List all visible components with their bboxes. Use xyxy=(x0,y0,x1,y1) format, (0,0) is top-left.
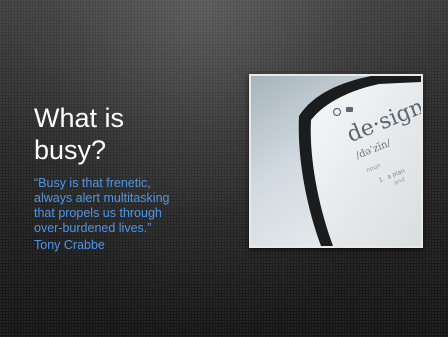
slide: What is busy? “Busy is that frenetic, al… xyxy=(0,0,448,337)
slide-quote: “Busy is that frenetic, always alert mul… xyxy=(34,176,170,235)
design-phone-photo: de·sign /dəˈzīn/ noun 1. a plan and xyxy=(249,74,423,248)
phone-illustration: de·sign /dəˈzīn/ noun 1. a plan and xyxy=(251,76,421,246)
message-icon xyxy=(346,107,353,112)
slide-title: What is busy? xyxy=(34,103,125,165)
quote-author: Tony Crabbe xyxy=(34,238,105,252)
